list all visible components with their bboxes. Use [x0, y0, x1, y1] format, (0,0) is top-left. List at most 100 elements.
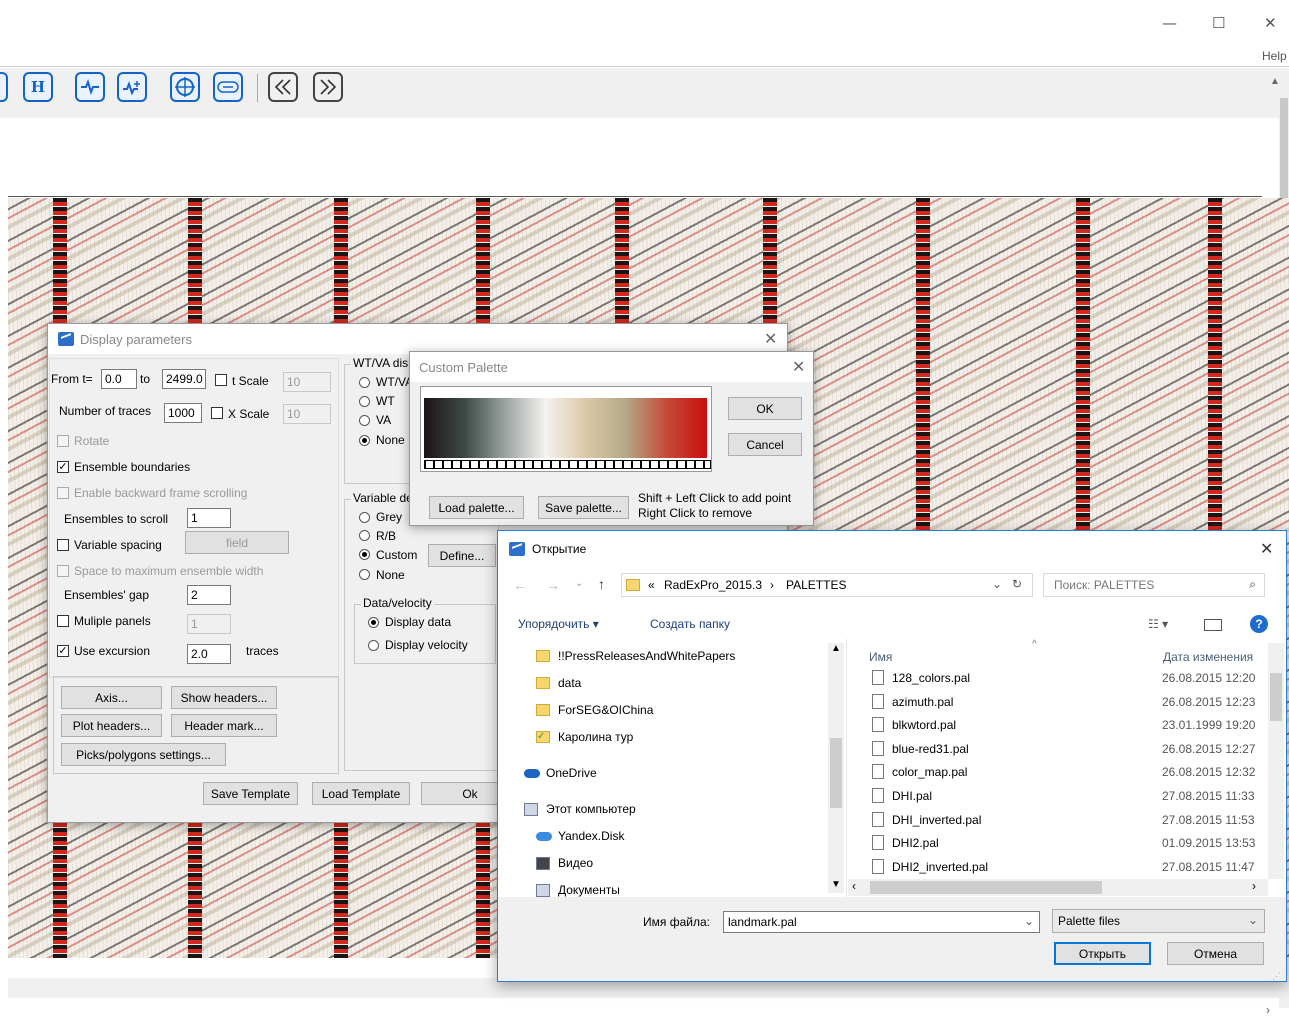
radio-rb[interactable]	[359, 530, 370, 541]
radio-display-velocity[interactable]	[368, 640, 379, 651]
breadcrumb-radexpro[interactable]: RadExPro_2015.3	[664, 578, 762, 592]
scroll-up-icon[interactable]: ▲	[1270, 76, 1280, 87]
path-overflow[interactable]: «	[648, 578, 655, 592]
scroll-right-icon[interactable]: ›	[1252, 879, 1256, 893]
save-template-button[interactable]: Save Template	[203, 782, 298, 805]
file-row[interactable]: azimuth.pal 26.08.2015 12:23	[868, 693, 1263, 713]
save-palette-button[interactable]: Save palette...	[538, 496, 629, 519]
crosshair-icon[interactable]	[170, 72, 200, 102]
multiple-panels-checkbox[interactable]	[57, 615, 69, 627]
column-name-header[interactable]: Имя	[869, 650, 892, 664]
header-h-button[interactable]: H	[23, 72, 53, 102]
nav-item[interactable]: data	[536, 675, 826, 693]
close-icon[interactable]: ✕	[764, 329, 777, 349]
nav-item[interactable]: Видео	[536, 855, 826, 873]
ensemble-boundaries-checkbox[interactable]: ✓	[57, 461, 69, 473]
file-row[interactable]: blue-red31.pal 26.08.2015 12:27	[868, 740, 1263, 760]
link-icon[interactable]	[213, 72, 243, 102]
axis-button[interactable]: Axis...	[61, 686, 162, 709]
file-row[interactable]: 128_colors.pal 26.08.2015 12:20	[868, 669, 1263, 689]
plot-headers-button[interactable]: Plot headers...	[61, 714, 162, 737]
backward-scrolling-checkbox[interactable]	[57, 487, 69, 499]
palette-cancel-button[interactable]: Cancel	[728, 433, 802, 456]
up-arrow-icon[interactable]: ↑	[598, 576, 605, 592]
address-dropdown-icon[interactable]: ⌄	[992, 577, 1002, 591]
file-row[interactable]: blkwtord.pal 23.01.1999 19:20	[868, 716, 1263, 736]
radio-none-wtva[interactable]	[359, 435, 370, 446]
nav-item[interactable]: Yandex.Disk	[536, 828, 826, 846]
load-palette-button[interactable]: Load palette...	[429, 496, 524, 519]
close-icon[interactable]: ✕	[792, 357, 805, 377]
file-list-hscrollbar[interactable]: ‹ ›	[848, 879, 1268, 896]
nav-item[interactable]: !!PressReleasesAndWhitePapers	[536, 648, 826, 666]
preview-pane-icon[interactable]	[1204, 619, 1222, 631]
panels-input[interactable]: 1	[187, 614, 231, 634]
maximize-button[interactable]: ☐	[1212, 14, 1225, 32]
show-headers-button[interactable]: Show headers...	[171, 686, 277, 709]
from-input[interactable]: 0.0	[101, 369, 137, 389]
file-row[interactable]: DHI2_inverted.pal 27.08.2015 11:47	[868, 858, 1263, 878]
radio-wtva[interactable]	[359, 377, 370, 388]
radio-va[interactable]	[359, 415, 370, 426]
nav-item[interactable]: Этот компьютер	[524, 801, 814, 819]
address-bar[interactable]: « RadExPro_2015.3 › PALETTES ⌄ ↻	[621, 573, 1033, 597]
x-scale-checkbox[interactable]	[211, 407, 223, 419]
trace-wave-icon[interactable]	[75, 72, 105, 102]
file-type-select[interactable]: Palette files ⌄	[1052, 909, 1265, 933]
close-icon[interactable]: ✕	[1260, 539, 1273, 559]
palette-gradient[interactable]	[424, 398, 707, 458]
chevron-down-icon[interactable]: ⌄	[1024, 914, 1034, 928]
filename-input[interactable]: landmark.pal ⌄	[723, 911, 1040, 933]
use-excursion-checkbox[interactable]: ✓	[57, 645, 69, 657]
radio-custom[interactable]	[359, 549, 370, 560]
ensembles-to-scroll-input[interactable]: 1	[187, 508, 231, 528]
trace-wave-plus-icon[interactable]	[117, 72, 147, 102]
refresh-icon[interactable]: ↻	[1012, 577, 1022, 591]
organize-button[interactable]: Упорядочить ▾	[518, 617, 599, 631]
breadcrumb-palettes[interactable]: PALETTES	[786, 578, 846, 592]
rewind-icon[interactable]	[268, 72, 298, 102]
cancel-button[interactable]: Отмена	[1167, 942, 1264, 965]
new-folder-button[interactable]: Создать папку	[650, 617, 730, 631]
t-scale-checkbox[interactable]	[215, 374, 227, 386]
ensembles-gap-input[interactable]: 2	[187, 585, 231, 605]
minimize-button[interactable]: —	[1162, 14, 1177, 32]
resize-grip-icon[interactable]: ⋰	[1272, 971, 1281, 982]
nav-item[interactable]: OneDrive	[524, 765, 814, 783]
file-row[interactable]: DHI_inverted.pal 27.08.2015 11:53	[868, 811, 1263, 831]
define-button[interactable]: Define...	[428, 544, 496, 567]
scroll-right-icon[interactable]: ›	[1266, 1003, 1270, 1017]
radio-display-data[interactable]	[368, 617, 379, 628]
file-row[interactable]: DHI.pal 27.08.2015 11:33	[868, 787, 1263, 807]
scroll-up-icon[interactable]: ▲	[831, 643, 841, 654]
x-scale-input[interactable]: 10	[283, 404, 331, 424]
open-button[interactable]: Открыть	[1054, 942, 1151, 965]
variable-spacing-checkbox[interactable]	[57, 539, 69, 551]
nav-scrollbar[interactable]: ▲ ▼	[828, 643, 844, 893]
rotate-checkbox[interactable]	[57, 435, 69, 447]
field-button[interactable]: field	[185, 531, 289, 554]
radio-grey[interactable]	[359, 512, 370, 523]
search-input[interactable]: Поиск: PALETTES ⌕	[1043, 573, 1265, 597]
close-button[interactable]: ✕	[1264, 14, 1277, 32]
number-of-traces-input[interactable]: 1000	[164, 403, 202, 423]
file-row[interactable]: DHI2.pal 01.09.2015 13:53	[868, 834, 1263, 854]
t-scale-input[interactable]: 10	[283, 372, 331, 392]
radio-none-vd[interactable]	[359, 569, 370, 580]
help-icon[interactable]: ?	[1250, 615, 1268, 633]
to-input[interactable]: 2499.0	[162, 369, 206, 389]
nav-item[interactable]: ✓ Каролина тур	[536, 729, 826, 747]
load-template-button[interactable]: Load Template	[312, 782, 410, 805]
recent-dropdown-icon[interactable]: ⌄	[575, 578, 583, 589]
column-date-header[interactable]: Дата изменения	[1163, 650, 1253, 664]
file-row[interactable]: color_map.pal 26.08.2015 12:32	[868, 763, 1263, 783]
forward-arrow-icon[interactable]: →	[546, 577, 560, 593]
space-max-checkbox[interactable]	[57, 565, 69, 577]
palette-ok-button[interactable]: OK	[728, 397, 802, 420]
view-options-icon[interactable]: ☷ ▾	[1148, 617, 1168, 631]
help-menu[interactable]: Help	[1262, 49, 1287, 63]
nav-item[interactable]: ForSEG&OIChina	[536, 702, 826, 720]
back-arrow-icon[interactable]: ←	[513, 577, 527, 593]
excursion-input[interactable]: 2.0	[187, 644, 231, 664]
radio-wt[interactable]	[359, 396, 370, 407]
